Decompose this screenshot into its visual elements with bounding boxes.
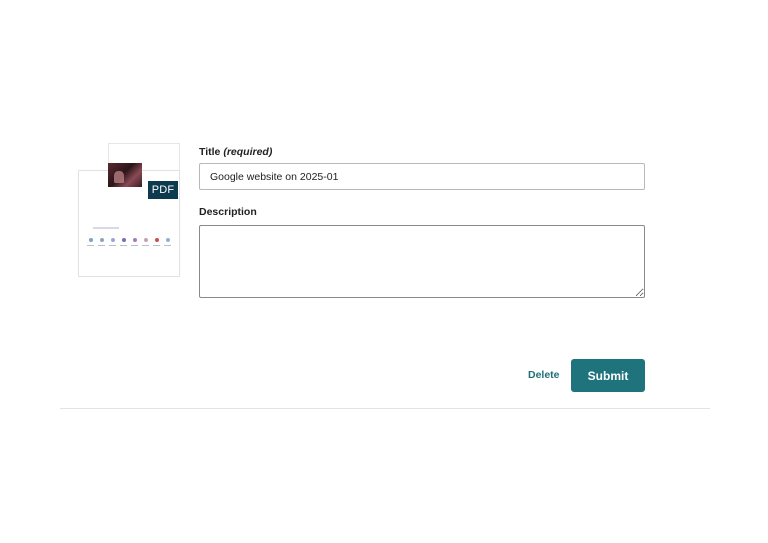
thumbnail-dot-item (131, 238, 138, 252)
required-indicator: (required) (223, 146, 273, 158)
thumbnail-dot-item (120, 238, 127, 252)
thumbnail-dot-caption (164, 245, 171, 246)
thumbnail-dot-row (87, 238, 171, 252)
thumbnail-dot-caption (109, 245, 116, 246)
thumbnail-dot-caption (98, 245, 105, 246)
upload-edit-panel: PDF Title (required) Description Delete … (0, 0, 768, 543)
thumbnail-dot-caption (131, 245, 138, 246)
thumbnail-dot-item (164, 238, 171, 252)
title-input[interactable] (199, 163, 645, 190)
thumbnail-text-line (93, 227, 119, 229)
delete-link[interactable]: Delete (528, 369, 560, 381)
thumbnail-dot-item (98, 238, 105, 252)
thumbnail-dot (110, 238, 115, 242)
document-thumbnail: PDF (78, 143, 180, 277)
title-label-text: Title (199, 146, 221, 158)
section-divider (60, 408, 710, 409)
submit-button[interactable]: Submit (571, 359, 645, 392)
thumbnail-dot-item (109, 238, 116, 252)
title-label: Title (required) (199, 146, 272, 158)
thumbnail-dot-caption (153, 245, 160, 246)
thumbnail-dot-item (87, 238, 94, 252)
pdf-badge: PDF (148, 181, 178, 199)
thumbnail-dot-caption (120, 245, 127, 246)
thumbnail-dot (154, 238, 159, 242)
thumbnail-dot (88, 238, 93, 242)
thumbnail-dot-caption (87, 245, 94, 246)
thumbnail-dot-caption (142, 245, 149, 246)
description-label: Description (199, 206, 257, 218)
thumbnail-dot-item (153, 238, 160, 252)
thumbnail-dot (165, 238, 170, 242)
description-textarea[interactable] (199, 225, 645, 298)
thumbnail-dot (143, 238, 148, 242)
thumbnail-dot (99, 238, 104, 242)
thumbnail-dot (121, 238, 126, 242)
thumbnail-dot (132, 238, 137, 242)
thumbnail-photo (108, 163, 142, 187)
thumbnail-dot-item (142, 238, 149, 252)
